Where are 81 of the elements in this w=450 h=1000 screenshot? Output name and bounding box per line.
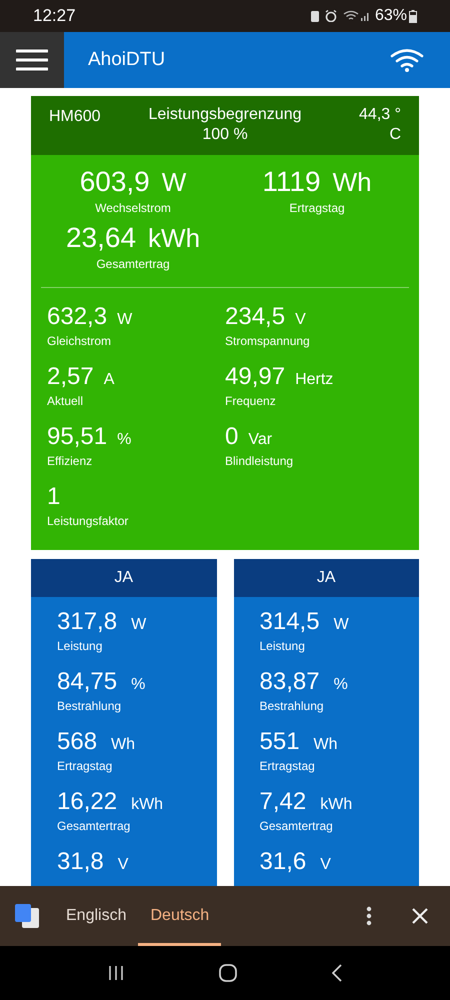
- translate-icon[interactable]: [14, 903, 40, 929]
- metric-unit: %: [131, 675, 146, 695]
- metric-value: 95,51: [47, 422, 108, 452]
- recent-apps-icon[interactable]: [108, 965, 124, 981]
- metric-value: 551: [260, 727, 300, 757]
- battery-icon: [409, 10, 417, 22]
- metric-value: 31,6: [260, 847, 306, 877]
- back-icon[interactable]: [332, 964, 342, 982]
- wifi-icon[interactable]: [390, 48, 424, 72]
- temperature-unit: C: [389, 125, 401, 145]
- metric-value: 314,5: [260, 607, 320, 637]
- metric-value: 84,75: [57, 667, 118, 697]
- metric-label: Ertragstag: [289, 200, 345, 217]
- metric-label: Gesamtertrag: [57, 818, 130, 835]
- battery-percent: 63%: [374, 6, 407, 26]
- metric-unit: Hertz: [295, 370, 334, 390]
- limit-value: 100 %: [202, 125, 248, 145]
- metric-value: 1119: [262, 165, 321, 199]
- metric-label: Wechselstrom: [95, 200, 171, 217]
- metric-unit: V: [320, 855, 331, 875]
- metric-unit: kWh: [320, 795, 352, 815]
- app-title: AhoiDTU: [88, 48, 166, 72]
- limit-label: Leistungsbegrenzung: [148, 105, 302, 125]
- metric-value: 1: [47, 482, 60, 512]
- language-tab[interactable]: Englisch: [54, 886, 138, 946]
- close-icon[interactable]: [412, 908, 428, 924]
- metric-label: Gleichstrom: [47, 333, 112, 350]
- clock-time: 12:27: [33, 5, 76, 28]
- metric-label: Leistungsfaktor: [47, 513, 128, 530]
- metric-unit: Wh: [314, 735, 338, 755]
- metric-label: Gesamtertrag: [96, 256, 170, 273]
- metric-unit: kWh: [148, 222, 200, 255]
- metric-label: Bestrahlung: [57, 698, 122, 715]
- metric-value: 0: [225, 422, 238, 452]
- metric-unit: %: [334, 675, 348, 695]
- metric-label: Ertragstag: [57, 758, 112, 775]
- metric-label: Ertragstag: [260, 758, 315, 775]
- metric-value: 83,87: [260, 667, 320, 697]
- metric-unit: %: [117, 430, 132, 450]
- metric-value: 568: [57, 727, 98, 757]
- metric-value: 23,64: [66, 221, 136, 255]
- battery-saver-icon: [310, 10, 320, 22]
- metric-value: 31,8: [57, 847, 104, 877]
- metric-label: Aktuell: [47, 393, 84, 410]
- wifi-signal-icon: [342, 10, 371, 22]
- alarm-icon: [324, 10, 337, 22]
- metric-unit: kWh: [131, 795, 164, 815]
- metric-label: Frequenz: [225, 393, 276, 410]
- metric-value: 16,22: [57, 787, 118, 817]
- metric-unit: W: [334, 615, 349, 635]
- home-icon[interactable]: [218, 964, 237, 982]
- string-title: JA: [316, 568, 336, 588]
- metric-label: Gesamtertrag: [260, 818, 333, 835]
- metric-value: 317,8: [57, 607, 118, 637]
- metric-unit: V: [118, 855, 128, 875]
- metric-unit: V: [295, 310, 306, 330]
- metric-unit: A: [104, 370, 114, 390]
- string-title: JA: [114, 568, 134, 588]
- metric-label: Effizienz: [47, 453, 92, 470]
- metric-label: Leistung: [57, 638, 102, 655]
- metric-value: 7,42: [260, 787, 306, 817]
- inverter-name: HM600: [49, 107, 102, 127]
- metric-label: Stromspannung: [225, 333, 310, 350]
- metric-unit: Wh: [111, 735, 136, 755]
- metric-unit: Var: [248, 430, 272, 450]
- metric-value: 603,9: [80, 165, 150, 199]
- temperature-value: 44,3 °: [359, 105, 401, 125]
- metric-label: Leistung: [260, 638, 305, 655]
- more-options-icon[interactable]: [366, 906, 372, 926]
- metric-unit: W: [162, 166, 186, 199]
- metric-label: Bestrahlung: [260, 698, 324, 715]
- metric-unit: W: [131, 615, 146, 635]
- metric-label: Blindleistung: [225, 453, 294, 470]
- metric-value: 2,57: [47, 362, 94, 392]
- metric-value: 632,3: [47, 302, 108, 332]
- metric-unit: Wh: [332, 166, 372, 199]
- metric-unit: W: [117, 310, 132, 330]
- metric-value: 49,97: [225, 362, 286, 392]
- menu-icon: [16, 49, 48, 71]
- metric-value: 234,5: [225, 302, 286, 332]
- menu-button[interactable]: [0, 32, 64, 88]
